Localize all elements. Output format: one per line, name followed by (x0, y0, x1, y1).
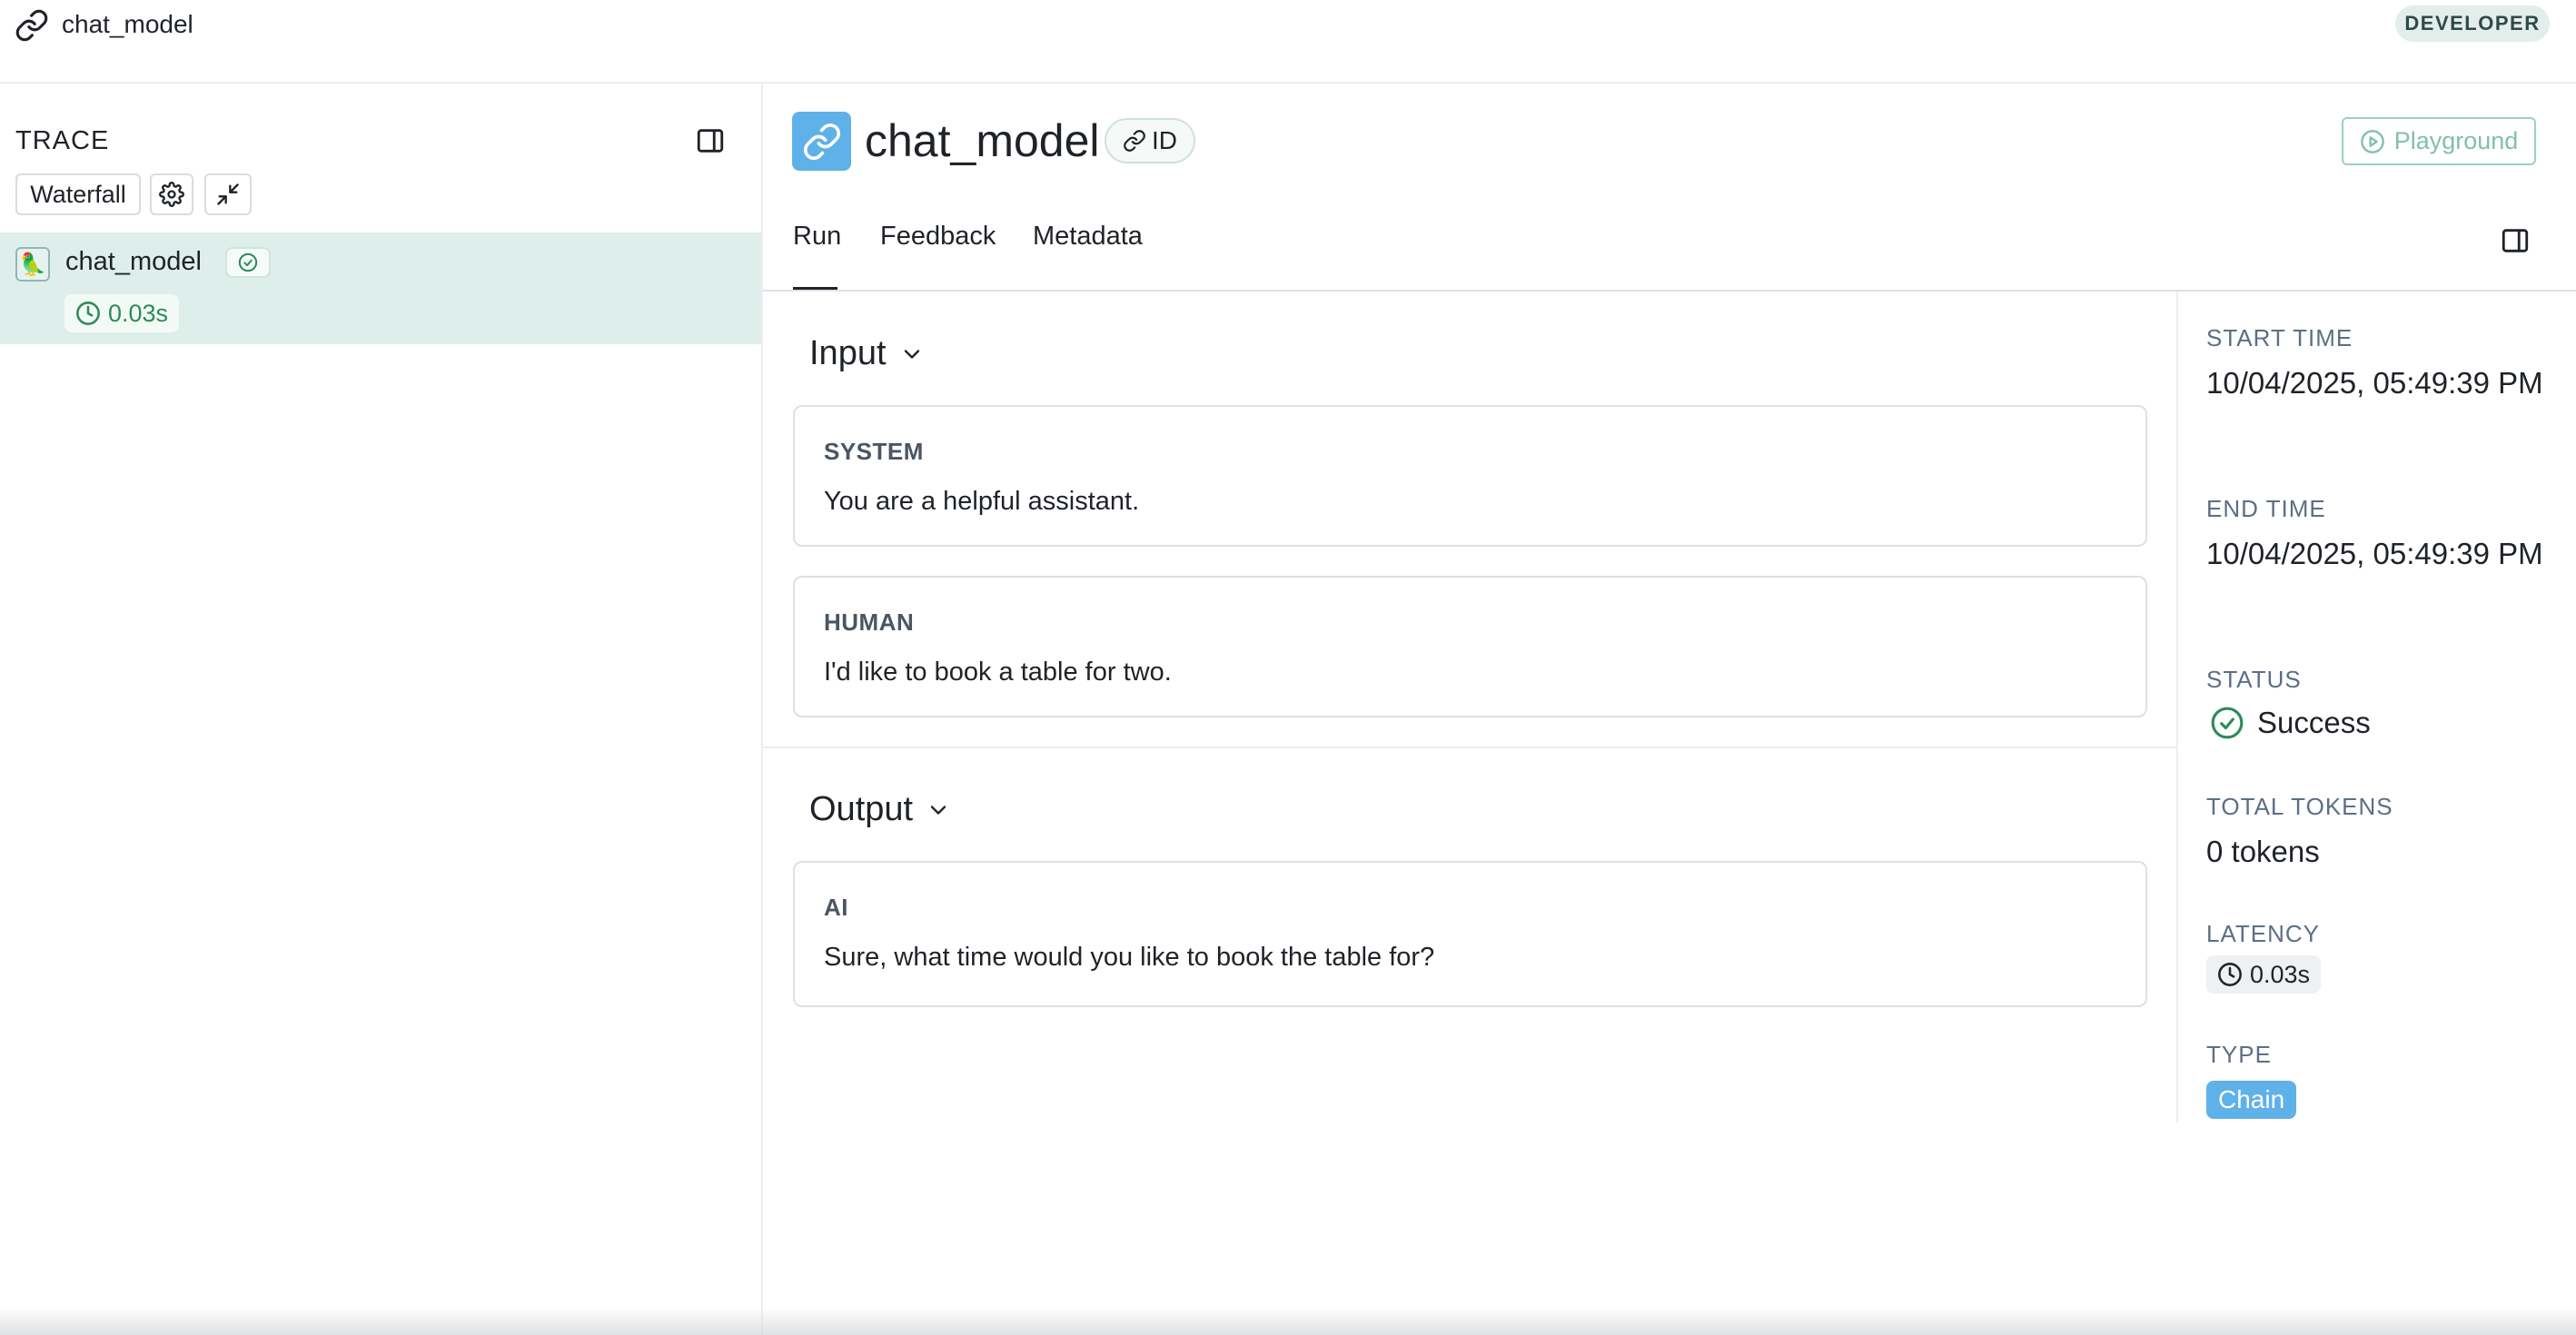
start-time-label: START TIME (2206, 324, 2353, 351)
latency-value: 0.03s (108, 299, 169, 327)
clock-icon (75, 301, 101, 326)
playground-button[interactable]: Playground (2342, 117, 2536, 165)
trace-panel: TRACE Waterfall 🦜 chat_model 0.03s (0, 84, 763, 1335)
trace-heading: TRACE (15, 126, 110, 155)
chevron-down-icon (899, 341, 925, 367)
total-tokens-label: TOTAL TOKENS (2206, 793, 2393, 820)
play-circle-icon (2360, 129, 2385, 154)
link-icon (15, 8, 49, 43)
collapse-button[interactable] (204, 173, 252, 215)
section-divider (763, 747, 2176, 748)
gear-icon (159, 182, 184, 207)
details-panel-toggle-icon[interactable] (2500, 225, 2531, 256)
tabs-divider (763, 290, 2576, 292)
output-title: Output (809, 790, 914, 828)
message-text: You are a helpful assistant. (824, 487, 1140, 516)
waterfall-button[interactable]: Waterfall (15, 173, 141, 215)
message-text: I'd like to book a table for two. (824, 658, 1172, 687)
input-title: Input (809, 334, 887, 372)
run-type-icon (792, 112, 851, 171)
clock-icon (2217, 962, 2243, 987)
message-card-ai: AI Sure, what time would you like to boo… (793, 861, 2147, 1007)
collapse-arrows-icon (215, 182, 241, 207)
message-role: AI (824, 894, 848, 921)
trace-row-chat-model[interactable]: 🦜 chat_model 0.03s (0, 232, 761, 344)
parrot-icon: 🦜 (15, 247, 50, 282)
success-check-icon (2210, 706, 2244, 740)
tab-feedback[interactable]: Feedback (880, 222, 996, 252)
status-label: STATUS (2206, 666, 2302, 693)
message-role: HUMAN (824, 608, 915, 636)
settings-button[interactable] (150, 173, 193, 215)
input-section-toggle[interactable]: Input (809, 334, 925, 373)
status-value: Success (2210, 706, 2371, 740)
start-time-value: 10/04/2025, 05:49:39 PM (2206, 366, 2543, 400)
id-label: ID (1152, 126, 1177, 154)
end-time-label: END TIME (2206, 495, 2326, 522)
link-icon (802, 122, 842, 162)
message-card-human: HUMAN I'd like to book a table for two. (793, 576, 2147, 717)
message-role: SYSTEM (824, 438, 924, 465)
success-check-icon (225, 247, 271, 278)
chevron-down-icon (926, 797, 951, 823)
bottom-edge-shadow (0, 1308, 2576, 1335)
run-title: chat_model (865, 115, 1100, 166)
link-icon (1123, 129, 1146, 153)
total-tokens-value: 0 tokens (2206, 835, 2320, 868)
message-text: Sure, what time would you like to book t… (824, 943, 1435, 972)
output-section-toggle[interactable]: Output (809, 790, 951, 829)
message-card-system: SYSTEM You are a helpful assistant. (793, 405, 2147, 547)
type-badge: Chain (2206, 1081, 2297, 1119)
trace-row-latency: 0.03s (64, 294, 180, 332)
type-label: TYPE (2206, 1041, 2272, 1068)
top-bar: chat_model DEVELOPER (0, 0, 2576, 84)
developer-badge: DEVELOPER (2395, 5, 2550, 42)
playground-label: Playground (2393, 127, 2519, 154)
latency-value: 0.03s (2250, 960, 2311, 988)
trace-row-name: chat_model (65, 247, 202, 276)
latency-chip: 0.03s (2206, 955, 2322, 994)
end-time-value: 10/04/2025, 05:49:39 PM (2206, 537, 2543, 570)
tab-run[interactable]: Run (793, 222, 841, 252)
latency-label: LATENCY (2206, 920, 2320, 947)
tab-metadata[interactable]: Metadata (1033, 222, 1143, 252)
details-divider (2176, 292, 2178, 1122)
sidebar-toggle-icon[interactable] (695, 125, 726, 156)
status-text: Success (2257, 706, 2371, 739)
copy-id-button[interactable]: ID (1105, 118, 1195, 163)
window-title: chat_model (62, 10, 193, 38)
